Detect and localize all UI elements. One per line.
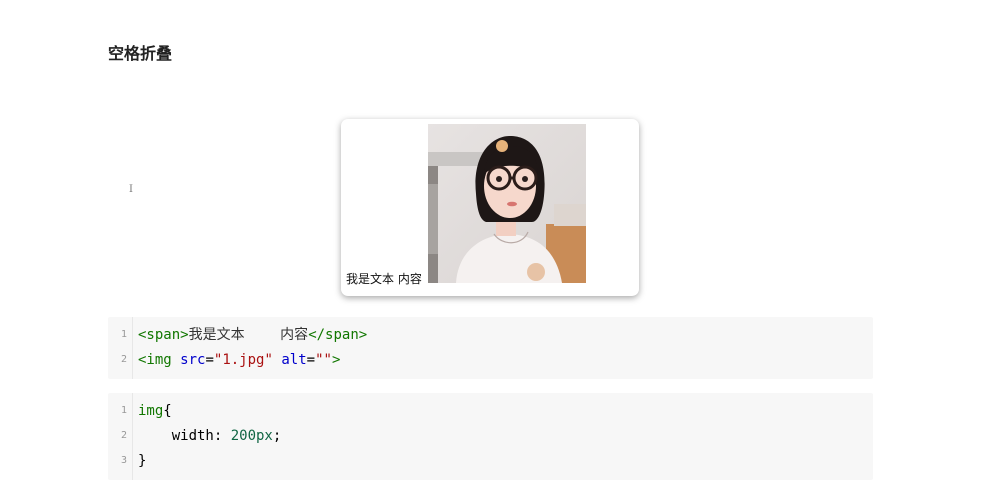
code-token: = xyxy=(306,352,316,368)
page-title: 空格折叠 xyxy=(108,44,173,63)
line-number: 1 xyxy=(120,329,127,340)
code-token: <img xyxy=(138,352,172,368)
line-number: 2 xyxy=(120,354,127,365)
code-text: <span>我是文本 内容</span> xyxy=(138,323,367,347)
css-code-block[interactable]: 1 img{2 width: 200px; 3} xyxy=(108,393,873,480)
code-line: 3} xyxy=(108,449,873,473)
code-token: { xyxy=(163,403,172,419)
html-code-block[interactable]: 1 <span>我是文本 内容</span> 2 <img src="1.jpg" a… xyxy=(108,317,873,379)
preview-photo xyxy=(428,124,586,283)
portrait-photo-image xyxy=(428,124,586,283)
code-token: ; xyxy=(272,428,282,444)
code-token: <span> xyxy=(138,327,189,343)
code-token: } xyxy=(138,453,147,469)
code-text: width: 200px; xyxy=(138,424,282,448)
render-preview-card: 我是文本 内容 xyxy=(341,119,639,296)
code-token: </span> xyxy=(308,327,368,343)
code-token: = xyxy=(205,352,214,368)
code-text: } xyxy=(138,449,146,473)
line-number: 3 xyxy=(120,455,127,466)
line-number: 1 xyxy=(120,405,127,416)
code-token: > xyxy=(331,352,341,368)
code-token: "1.jpg" xyxy=(213,352,273,368)
text-cursor-icon: I xyxy=(129,184,133,195)
preview-span-text: 我是文本 内容 xyxy=(346,272,422,286)
code-line: 1 img{ xyxy=(108,399,873,423)
code-token: src xyxy=(180,352,206,368)
code-token: alt xyxy=(281,352,307,368)
line-number: 2 xyxy=(120,430,127,441)
code-token: 200px xyxy=(230,428,273,444)
code-line: 2 width: 200px; xyxy=(108,424,873,448)
code-token: img xyxy=(138,403,164,419)
code-line: 2 <img src="1.jpg" alt=""> xyxy=(108,348,873,372)
code-token: 我是文本 内容 xyxy=(188,327,309,343)
code-text: img{ xyxy=(138,399,172,423)
code-text: <img src="1.jpg" alt=""> xyxy=(138,348,340,372)
code-token: width: xyxy=(138,428,231,444)
code-token: "" xyxy=(315,352,332,368)
code-line: 1 <span>我是文本 内容</span> xyxy=(108,323,873,347)
